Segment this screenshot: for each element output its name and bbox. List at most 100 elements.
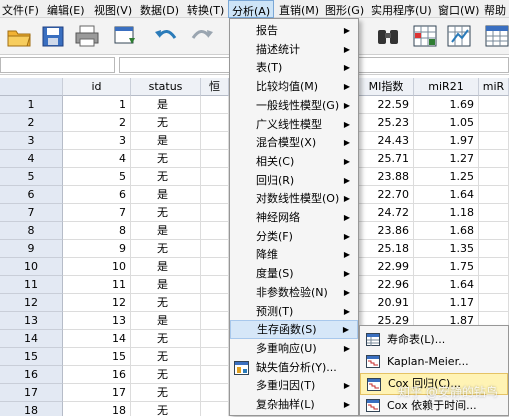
column-header-status[interactable]: status: [131, 78, 201, 96]
analyze-menu-item[interactable]: 对数线性模型(O) ▶: [230, 189, 358, 208]
cell-mir-next[interactable]: [479, 186, 509, 204]
row-number[interactable]: 8: [0, 222, 63, 240]
cell-hidden[interactable]: [201, 384, 229, 402]
menu-data[interactable]: 数据(D): [140, 2, 179, 18]
analyze-menu-item[interactable]: 表(T) ▶: [230, 58, 358, 77]
analyze-menu-item[interactable]: 一般线性模型(G) ▶: [230, 96, 358, 115]
analyze-menu-item[interactable]: 生存函数(S) ▶: [230, 320, 358, 340]
redo-icon[interactable]: [190, 24, 216, 48]
dialog-recall-icon[interactable]: [113, 24, 139, 48]
cell-status[interactable]: 无: [131, 114, 201, 132]
cell-hidden[interactable]: [201, 312, 229, 330]
cell-id[interactable]: 9: [63, 240, 131, 258]
menu-window[interactable]: 窗口(W): [438, 2, 479, 18]
cell-mi-index[interactable]: 23.88: [359, 168, 414, 186]
analyze-menu-item[interactable]: 描述统计 ▶: [230, 40, 358, 59]
menu-transform[interactable]: 转换(T): [187, 2, 224, 18]
cell-status[interactable]: 无: [131, 168, 201, 186]
cell-id[interactable]: 2: [63, 114, 131, 132]
cell-mi-index[interactable]: 22.99: [359, 258, 414, 276]
cell-status[interactable]: 无: [131, 294, 201, 312]
cell-hidden[interactable]: [201, 294, 229, 312]
cell-status[interactable]: 是: [131, 222, 201, 240]
cell-id[interactable]: 8: [63, 222, 131, 240]
cell-mir21[interactable]: 1.17: [414, 294, 479, 312]
cell-hidden[interactable]: [201, 276, 229, 294]
cell-mir21[interactable]: 1.35: [414, 240, 479, 258]
analyze-menu-item[interactable]: 降维 ▶: [230, 245, 358, 264]
find-binoculars-icon[interactable]: [375, 24, 401, 48]
cell-mi-index[interactable]: 24.72: [359, 204, 414, 222]
cell-id[interactable]: 11: [63, 276, 131, 294]
cell-mir21[interactable]: 1.64: [414, 276, 479, 294]
cell-id[interactable]: 14: [63, 330, 131, 348]
cell-mir21[interactable]: 1.69: [414, 96, 479, 114]
row-number[interactable]: 10: [0, 258, 63, 276]
cell-mir-next[interactable]: [479, 150, 509, 168]
cell-mir-next[interactable]: [479, 222, 509, 240]
analyze-menu-item[interactable]: 预测(T) ▶: [230, 302, 358, 321]
cell-reference-box[interactable]: [0, 57, 115, 73]
cell-status[interactable]: 无: [131, 384, 201, 402]
cell-mi-index[interactable]: 20.91: [359, 294, 414, 312]
save-icon[interactable]: [40, 24, 66, 48]
cell-hidden[interactable]: [201, 348, 229, 366]
row-number[interactable]: 4: [0, 150, 63, 168]
cell-mir21[interactable]: 1.64: [414, 186, 479, 204]
row-number[interactable]: 13: [0, 312, 63, 330]
analyze-menu-item[interactable]: 比较均值(M) ▶: [230, 77, 358, 96]
cell-mir21[interactable]: 1.97: [414, 132, 479, 150]
cell-mir21[interactable]: 1.68: [414, 222, 479, 240]
row-number[interactable]: 12: [0, 294, 63, 312]
cell-hidden[interactable]: [201, 168, 229, 186]
cell-mir21[interactable]: 1.25: [414, 168, 479, 186]
cell-mi-index[interactable]: 22.59: [359, 96, 414, 114]
row-number[interactable]: 1: [0, 96, 63, 114]
row-number[interactable]: 16: [0, 366, 63, 384]
cell-hidden[interactable]: [201, 132, 229, 150]
cell-hidden[interactable]: [201, 258, 229, 276]
cell-mi-index[interactable]: 25.71: [359, 150, 414, 168]
analyze-menu-item[interactable]: 度量(S) ▶: [230, 264, 358, 283]
cell-mi-index[interactable]: 22.70: [359, 186, 414, 204]
cell-mir-next[interactable]: [479, 276, 509, 294]
row-number[interactable]: 11: [0, 276, 63, 294]
cell-mir-next[interactable]: [479, 294, 509, 312]
cell-status[interactable]: 是: [131, 186, 201, 204]
cell-id[interactable]: 4: [63, 150, 131, 168]
cell-mi-index[interactable]: 25.18: [359, 240, 414, 258]
column-header-mi-index[interactable]: MI指数: [359, 78, 414, 96]
analyze-menu-item[interactable]: 分类(F) ▶: [230, 227, 358, 246]
analyze-menu-item[interactable]: 多重响应(U) ▶: [230, 339, 358, 358]
cell-id[interactable]: 13: [63, 312, 131, 330]
analyze-menu-item[interactable]: 多重归因(T) ▶: [230, 376, 358, 395]
cell-status[interactable]: 是: [131, 96, 201, 114]
cell-id[interactable]: 18: [63, 402, 131, 416]
cell-hidden[interactable]: [201, 222, 229, 240]
analyze-menu-item[interactable]: 复杂抽样(L) ▶: [230, 395, 358, 414]
analyze-menu-item[interactable]: 神经网络 ▶: [230, 208, 358, 227]
submenu-life-tables[interactable]: 寿命表(L)...: [360, 329, 508, 351]
row-number[interactable]: 2: [0, 114, 63, 132]
cell-hidden[interactable]: [201, 186, 229, 204]
cell-id[interactable]: 6: [63, 186, 131, 204]
cell-hidden[interactable]: [201, 114, 229, 132]
analyze-menu-item[interactable]: 回归(R) ▶: [230, 171, 358, 190]
column-header-id[interactable]: id: [63, 78, 131, 96]
cell-status[interactable]: 是: [131, 258, 201, 276]
cell-status[interactable]: 无: [131, 348, 201, 366]
row-number[interactable]: 18: [0, 402, 63, 416]
row-number[interactable]: 17: [0, 384, 63, 402]
cell-mi-index[interactable]: 24.43: [359, 132, 414, 150]
cell-id[interactable]: 3: [63, 132, 131, 150]
cell-mir21[interactable]: 1.27: [414, 150, 479, 168]
cell-id[interactable]: 12: [63, 294, 131, 312]
cell-status[interactable]: 无: [131, 330, 201, 348]
print-icon[interactable]: [74, 24, 100, 48]
cell-id[interactable]: 17: [63, 384, 131, 402]
cell-hidden[interactable]: [201, 96, 229, 114]
row-number[interactable]: 15: [0, 348, 63, 366]
insert-variable-icon[interactable]: [446, 24, 472, 48]
menu-utilities[interactable]: 实用程序(U): [371, 2, 432, 18]
open-folder-icon[interactable]: [6, 24, 32, 48]
